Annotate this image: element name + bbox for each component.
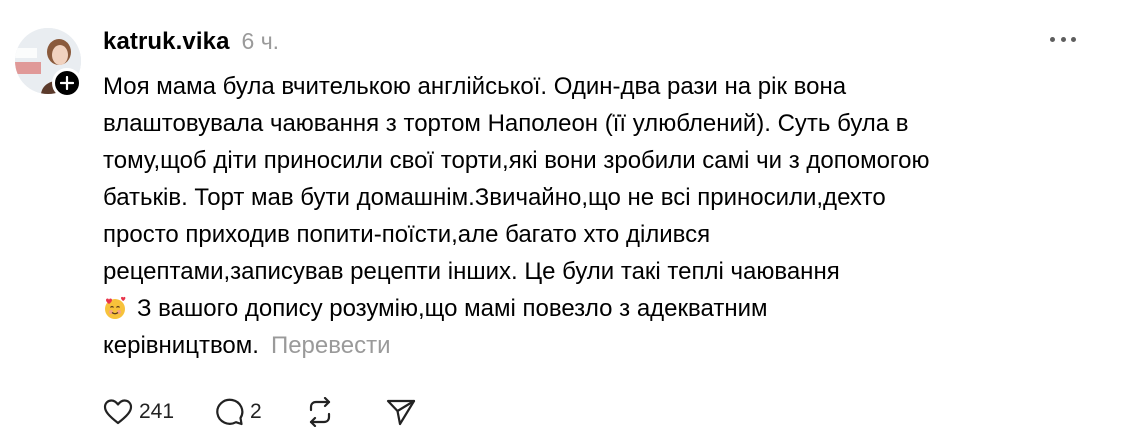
translate-link[interactable]: Перевести	[271, 332, 391, 359]
smiling-face-with-hearts-icon	[105, 296, 126, 319]
text-line: тому,щоб діти приносили свої торти,які в…	[103, 147, 930, 174]
comment-count: 2	[250, 400, 262, 423]
text-line-last: керівництвом. Перевести	[103, 327, 1103, 364]
comment-button[interactable]: 2	[214, 397, 262, 427]
text-line: влаштовувала чаювання з тортом Наполеон …	[103, 110, 909, 137]
like-button[interactable]: 241	[103, 398, 174, 426]
emoji-line-text: З вашого допису розумію,що мамі повезло …	[137, 295, 768, 322]
text-line: Моя мама була вчителькою англійської. Од…	[103, 73, 847, 100]
thread-reply: katruk.vika 6 ч. Моя мама була вчителько…	[0, 0, 1120, 446]
dot-icon	[1060, 36, 1066, 42]
text-line: просто приходив попити-поїсти,але багато…	[103, 221, 711, 248]
reply-header: katruk.vika 6 ч.	[103, 28, 279, 58]
follow-button[interactable]	[52, 68, 82, 98]
username-link[interactable]: katruk.vika	[103, 28, 230, 56]
repost-icon	[309, 397, 330, 427]
send-icon	[386, 399, 415, 426]
share-button[interactable]	[386, 398, 416, 426]
text-line: рецептами,записував рецепти інших. Це бу…	[103, 258, 840, 285]
plus-icon	[60, 76, 74, 90]
more-options-button[interactable]	[1050, 34, 1076, 44]
avatar-container[interactable]	[15, 28, 82, 98]
like-count: 241	[139, 400, 175, 423]
action-bar: 241 2	[103, 396, 456, 428]
comment-bubble-icon	[216, 398, 244, 426]
heart-icon	[103, 399, 133, 425]
reply-text: Моя мама була вчителькою англійської. Од…	[103, 68, 1103, 364]
dot-icon	[1071, 36, 1076, 42]
repost-button[interactable]	[306, 397, 334, 427]
text-line-with-emoji: З вашого допису розумію,що мамі повезло …	[103, 290, 1103, 327]
text-line: батьків. Торт мав бути домашнім.Звичайно…	[103, 184, 886, 211]
timestamp[interactable]: 6 ч.	[242, 28, 280, 55]
dot-icon	[1050, 36, 1055, 42]
last-line-text: керівництвом.	[103, 332, 259, 359]
